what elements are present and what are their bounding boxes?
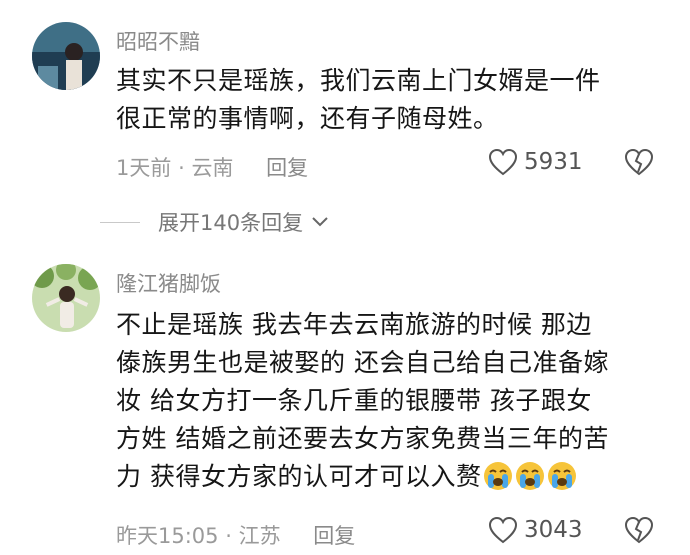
comment-meta: 1天前 · 云南 回复: [116, 152, 308, 182]
crying-face-icon: [484, 462, 513, 490]
comment-line: 力 获得女方家的认可才可以入赘: [116, 462, 482, 491]
dislike-button[interactable]: [624, 516, 654, 548]
reply-button[interactable]: 回复: [266, 156, 308, 180]
comment-line: 方姓 结婚之前还要去女方家免费当三年的苦: [116, 424, 609, 453]
broken-heart-icon: [624, 516, 654, 544]
heart-icon: [488, 148, 518, 176]
location: 江苏: [238, 524, 281, 548]
username[interactable]: 隆江猪脚饭: [116, 268, 221, 298]
broken-heart-icon: [624, 148, 654, 176]
crying-face-icon: [516, 462, 545, 490]
like-count: 3043: [524, 517, 583, 543]
comment-text: 其实不只是瑶族，我们云南上门女婿是一件 很正常的事情啊，还有子随母姓。: [116, 62, 601, 138]
heart-icon: [488, 516, 518, 544]
like-button[interactable]: 3043: [488, 516, 583, 544]
comment-line: 傣族男生也是被娶的 还会自己给自己准备嫁: [116, 348, 609, 377]
location: 云南: [191, 156, 234, 180]
meta-separator: ·: [225, 524, 232, 548]
username[interactable]: 昭昭不黯: [116, 26, 200, 56]
chevron-down-icon: [312, 217, 328, 227]
timestamp: 昨天15:05: [116, 524, 219, 548]
expand-replies-button[interactable]: 展开140条回复: [100, 207, 331, 237]
comment-line-with-emoji: 力 获得女方家的认可才可以入赘: [116, 458, 609, 496]
dislike-button[interactable]: [624, 148, 654, 180]
avatar[interactable]: [32, 22, 100, 90]
comment-line: 很正常的事情啊，还有子随母姓。: [116, 104, 499, 133]
comment-meta: 昨天15:05 · 江苏 回复: [116, 520, 355, 550]
meta-separator: ·: [178, 156, 185, 180]
like-button[interactable]: 5931: [488, 148, 583, 176]
comment-text: 不止是瑶族 我去年去云南旅游的时候 那边 傣族男生也是被娶的 还会自己给自己准备…: [116, 306, 609, 496]
avatar[interactable]: [32, 264, 100, 332]
divider: [100, 221, 140, 223]
comment-line: 不止是瑶族 我去年去云南旅游的时候 那边: [116, 310, 592, 339]
comment-line: 其实不只是瑶族，我们云南上门女婿是一件: [116, 66, 601, 95]
like-count: 5931: [524, 149, 583, 175]
timestamp: 1天前: [116, 156, 172, 180]
crying-face-icon: [548, 462, 577, 490]
reply-button[interactable]: 回复: [313, 524, 355, 548]
expand-replies-label: 展开140条回复: [158, 211, 304, 235]
comment-line: 妆 给女方打一条几斤重的银腰带 孩子跟女: [116, 386, 592, 415]
